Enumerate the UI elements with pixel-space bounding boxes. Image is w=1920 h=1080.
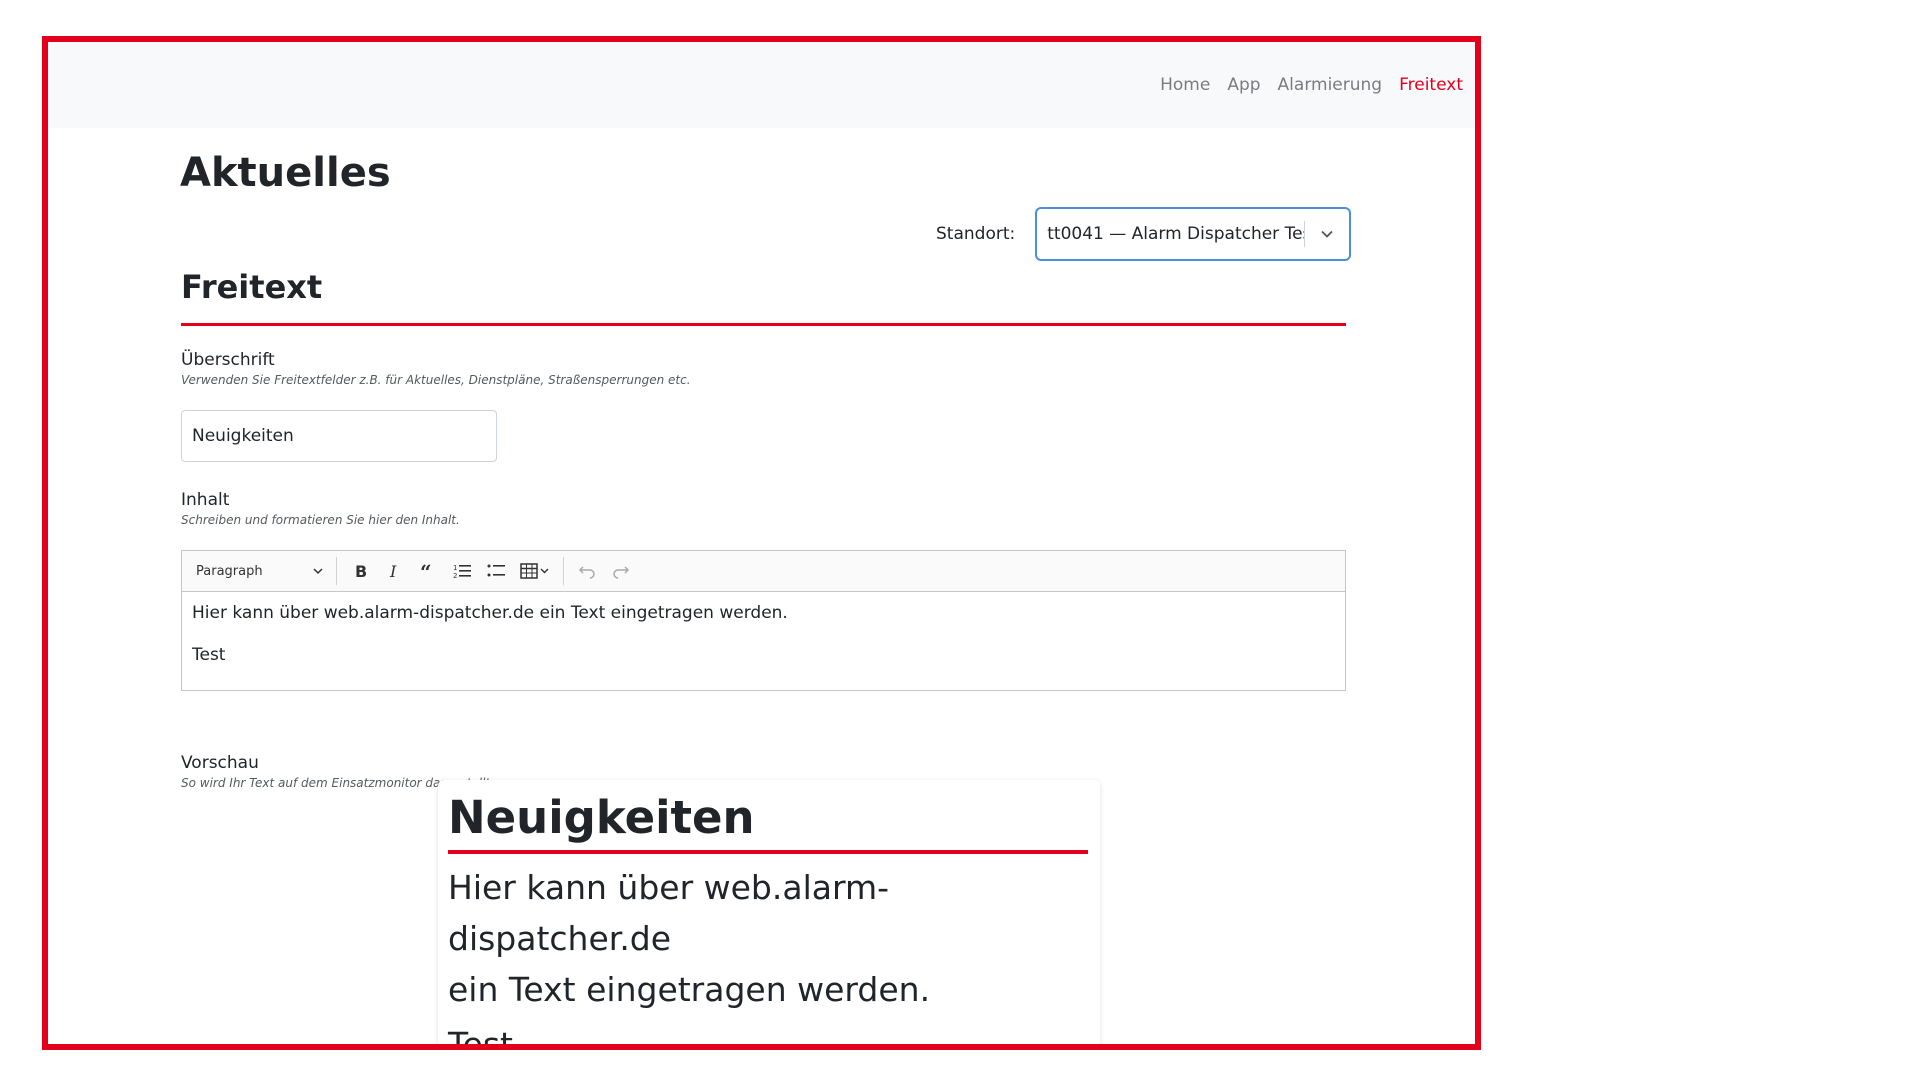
section-title: Freitext bbox=[181, 268, 323, 306]
heading-dropdown-value: Paragraph bbox=[196, 563, 263, 579]
location-label: Standort: bbox=[936, 224, 1016, 244]
toolbar-separator bbox=[336, 557, 337, 585]
headline-label: Überschrift bbox=[181, 350, 275, 370]
page-title: Aktuelles bbox=[180, 150, 391, 196]
nav-home-link[interactable]: Home bbox=[1160, 75, 1210, 95]
nav-freitext-link[interactable]: Freitext bbox=[1399, 75, 1463, 95]
content-help-text: Schreiben und formatieren Sie hier den I… bbox=[181, 513, 460, 527]
svg-text:B: B bbox=[355, 562, 367, 580]
undo-icon[interactable] bbox=[570, 556, 604, 586]
chevron-down-icon[interactable] bbox=[1305, 227, 1349, 241]
editor-paragraph[interactable]: Test bbox=[192, 644, 1335, 666]
svg-text:2: 2 bbox=[453, 572, 457, 580]
svg-text:1: 1 bbox=[453, 564, 457, 572]
content-label: Inhalt bbox=[181, 490, 230, 510]
editor-content-area[interactable]: Hier kann über web.alarm-dispatcher.de e… bbox=[182, 592, 1345, 696]
app-window: Home App Alarmierung Freitext Aktuelles … bbox=[42, 36, 1481, 1050]
table-icon[interactable] bbox=[513, 556, 557, 586]
preview-card: Neuigkeiten Hier kann über web.alarm-dis… bbox=[438, 780, 1100, 1050]
preview-divider bbox=[448, 850, 1088, 854]
toolbar-separator bbox=[563, 557, 564, 585]
preview-text-line: ein Text eingetragen werden. bbox=[448, 970, 931, 1009]
editor-toolbar: Paragraph B I “ 1 2 bbox=[182, 551, 1345, 592]
editor-paragraph[interactable]: Hier kann über web.alarm-dispatcher.de e… bbox=[192, 602, 1335, 624]
preview-text-line: Test bbox=[448, 1025, 513, 1050]
headline-input[interactable] bbox=[181, 410, 497, 462]
preview-title: Neuigkeiten bbox=[448, 791, 755, 844]
location-row: Standort: tt0041 — Alarm Dispatcher Test… bbox=[936, 207, 1352, 261]
svg-text:“: “ bbox=[420, 562, 432, 580]
location-select[interactable]: tt0041 — Alarm Dispatcher Test... bbox=[1035, 207, 1352, 261]
bold-icon[interactable]: B bbox=[343, 556, 377, 586]
section-divider bbox=[181, 323, 1346, 326]
chevron-down-icon bbox=[313, 568, 323, 575]
heading-dropdown[interactable]: Paragraph bbox=[190, 556, 330, 586]
blockquote-icon[interactable]: “ bbox=[411, 556, 445, 586]
preview-label: Vorschau bbox=[181, 753, 259, 773]
bulleted-list-icon[interactable] bbox=[479, 556, 513, 586]
numbered-list-icon[interactable]: 1 2 bbox=[445, 556, 479, 586]
rich-text-editor: Paragraph B I “ 1 2 Hier kann über web.a… bbox=[181, 550, 1346, 691]
redo-icon[interactable] bbox=[604, 556, 638, 586]
italic-icon[interactable]: I bbox=[377, 556, 411, 586]
location-select-value: tt0041 — Alarm Dispatcher Test... bbox=[1047, 224, 1304, 244]
preview-text-line: Hier kann über web.alarm-dispatcher.de bbox=[448, 868, 890, 958]
nav-app-link[interactable]: App bbox=[1227, 75, 1260, 95]
top-navbar: Home App Alarmierung Freitext bbox=[48, 42, 1475, 128]
nav-alarmierung-link[interactable]: Alarmierung bbox=[1278, 75, 1383, 95]
svg-text:I: I bbox=[389, 562, 397, 580]
headline-help-text: Verwenden Sie Freitextfelder z.B. für Ak… bbox=[181, 373, 691, 387]
